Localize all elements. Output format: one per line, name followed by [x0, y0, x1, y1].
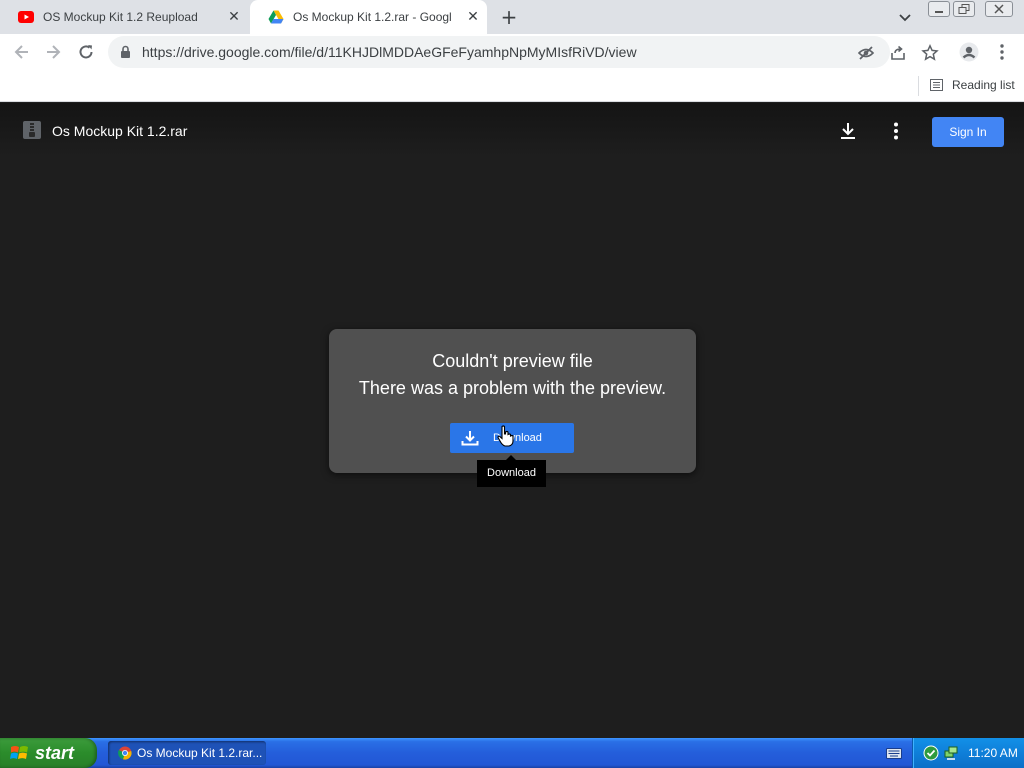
tab-title: OS Mockup Kit 1.2 Reupload [Read: [43, 10, 201, 24]
restore-button[interactable]: [953, 1, 975, 17]
forward-arrow-icon[interactable]: [43, 42, 63, 62]
lock-icon[interactable]: [120, 45, 131, 59]
minimize-button[interactable]: [928, 1, 950, 17]
bookmark-star-icon[interactable]: [921, 44, 939, 62]
share-icon[interactable]: [889, 44, 907, 62]
reading-list-label: Reading list: [952, 78, 1015, 92]
download-icon[interactable]: [838, 121, 858, 141]
youtube-icon: [18, 11, 34, 23]
reading-list-button[interactable]: Reading list: [930, 70, 1015, 100]
profile-avatar-icon[interactable]: [959, 42, 979, 62]
error-title: Couldn't preview file: [432, 351, 593, 371]
clock: 11:20 AM: [968, 746, 1018, 760]
close-tab-icon[interactable]: ✕: [226, 9, 242, 25]
separator: [918, 76, 919, 96]
hand-cursor-icon: [497, 425, 514, 447]
network-icon[interactable]: [943, 745, 959, 761]
taskbar: start Os Mockup Kit 1.2.rar... 11:20 AM: [0, 738, 1024, 768]
url-text[interactable]: https://drive.google.com/file/d/11KHJDlM…: [142, 36, 637, 68]
chevron-down-icon[interactable]: [896, 8, 914, 26]
close-window-button[interactable]: [985, 1, 1013, 17]
new-tab-button[interactable]: +: [498, 6, 520, 28]
tab-google-drive[interactable]: Os Mockup Kit 1.2.rar - Google Drive ✕: [250, 0, 487, 34]
archive-file-icon: [23, 121, 41, 139]
browser-toolbar: https://drive.google.com/file/d/11KHJDlM…: [0, 34, 1024, 70]
preview-error-card: Couldn't preview file There was a proble…: [329, 329, 696, 473]
keyboard-icon[interactable]: [886, 746, 902, 760]
address-bar[interactable]: https://drive.google.com/file/d/11KHJDlM…: [108, 36, 939, 68]
viewer-header: Os Mockup Kit 1.2.rar Sign In: [0, 103, 1024, 157]
start-button[interactable]: start: [0, 738, 97, 768]
taskbar-window-label: Os Mockup Kit 1.2.rar...: [137, 746, 263, 760]
more-menu-icon[interactable]: [992, 42, 1012, 62]
google-drive-icon: [268, 10, 284, 24]
error-message: There was a problem with the preview.: [358, 378, 667, 398]
reading-list-icon: [930, 79, 943, 91]
taskbar-window-button[interactable]: Os Mockup Kit 1.2.rar...: [108, 741, 266, 765]
security-shield-icon[interactable]: [923, 745, 939, 761]
system-tray: 11:20 AM: [912, 738, 1024, 768]
chrome-icon: [118, 746, 132, 760]
sign-in-button[interactable]: Sign In: [932, 117, 1004, 147]
tab-title: Os Mockup Kit 1.2.rar - Google Drive: [293, 10, 451, 24]
eye-slash-icon[interactable]: [857, 44, 875, 62]
bookmarks-bar: Reading list: [0, 70, 1024, 102]
windows-flag-icon: [10, 746, 28, 759]
download-tooltip: Download: [477, 455, 546, 487]
tab-youtube[interactable]: OS Mockup Kit 1.2 Reupload [Read ✕: [0, 0, 248, 34]
tab-strip: OS Mockup Kit 1.2 Reupload [Read ✕ Os Mo…: [0, 0, 1024, 34]
more-options-icon[interactable]: [886, 121, 906, 141]
reload-icon[interactable]: [76, 42, 96, 62]
close-tab-icon[interactable]: ✕: [465, 9, 481, 25]
back-arrow-icon[interactable]: [12, 42, 32, 62]
download-icon: [461, 431, 479, 446]
start-label: start: [35, 742, 75, 763]
file-title: Os Mockup Kit 1.2.rar: [52, 123, 188, 139]
